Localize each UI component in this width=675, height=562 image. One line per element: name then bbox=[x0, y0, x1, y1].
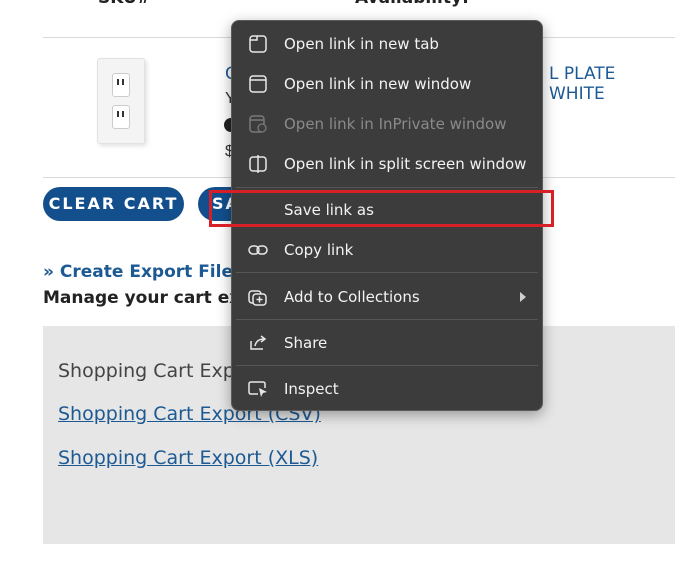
outlet-top-icon bbox=[112, 73, 130, 97]
menu-separator bbox=[236, 272, 538, 273]
link-icon bbox=[248, 241, 268, 259]
save-link-highlight-box bbox=[209, 190, 554, 227]
menu-item-add-to-collections[interactable]: Add to Collections bbox=[232, 277, 542, 317]
menu-separator bbox=[236, 365, 538, 366]
manage-cart-text: Manage your cart exp bbox=[43, 288, 253, 308]
menu-item-label: Add to Collections bbox=[284, 288, 420, 306]
chevron-right-icon bbox=[520, 292, 526, 302]
share-icon bbox=[248, 334, 268, 352]
menu-item-share[interactable]: Share bbox=[232, 323, 542, 363]
menu-item-label: Open link in new window bbox=[284, 75, 472, 93]
menu-item-label: Open link in split screen window bbox=[284, 155, 527, 173]
menu-item-label: Inspect bbox=[284, 380, 339, 398]
create-export-link[interactable]: » Create Export File bbox=[43, 262, 233, 282]
export-panel-title: Shopping Cart Expo bbox=[58, 360, 247, 382]
sku-header: SKU# bbox=[98, 0, 151, 8]
new-tab-icon bbox=[248, 35, 268, 53]
menu-item-label: Share bbox=[284, 334, 328, 352]
menu-separator bbox=[236, 187, 538, 188]
menu-item-label: Open link in new tab bbox=[284, 35, 439, 53]
product-image[interactable] bbox=[97, 58, 145, 144]
export-xls-link[interactable]: Shopping Cart Export (XLS) bbox=[58, 447, 318, 469]
menu-separator bbox=[236, 319, 538, 320]
menu-item-open-new-window[interactable]: Open link in new window bbox=[232, 64, 542, 104]
product-title-link-end[interactable]: L PLATE WHITE bbox=[549, 64, 675, 104]
menu-item-label: Open link in InPrivate window bbox=[284, 115, 507, 133]
menu-item-open-inprivate: Open link in InPrivate window bbox=[232, 104, 542, 144]
new-window-icon bbox=[248, 75, 268, 93]
inprivate-icon bbox=[248, 115, 268, 133]
menu-item-open-new-tab[interactable]: Open link in new tab bbox=[232, 24, 542, 64]
clear-cart-button[interactable]: CLEAR CART bbox=[43, 187, 184, 221]
menu-item-label: Copy link bbox=[284, 241, 354, 259]
collections-icon bbox=[248, 288, 268, 306]
availability-header: Availability: bbox=[355, 0, 469, 8]
inspect-icon bbox=[248, 380, 268, 398]
menu-item-inspect[interactable]: Inspect bbox=[232, 369, 542, 409]
menu-item-copy-link[interactable]: Copy link bbox=[232, 230, 542, 270]
split-screen-icon bbox=[248, 155, 268, 173]
menu-item-open-split-screen[interactable]: Open link in split screen window bbox=[232, 144, 542, 184]
outlet-bottom-icon bbox=[112, 105, 130, 129]
